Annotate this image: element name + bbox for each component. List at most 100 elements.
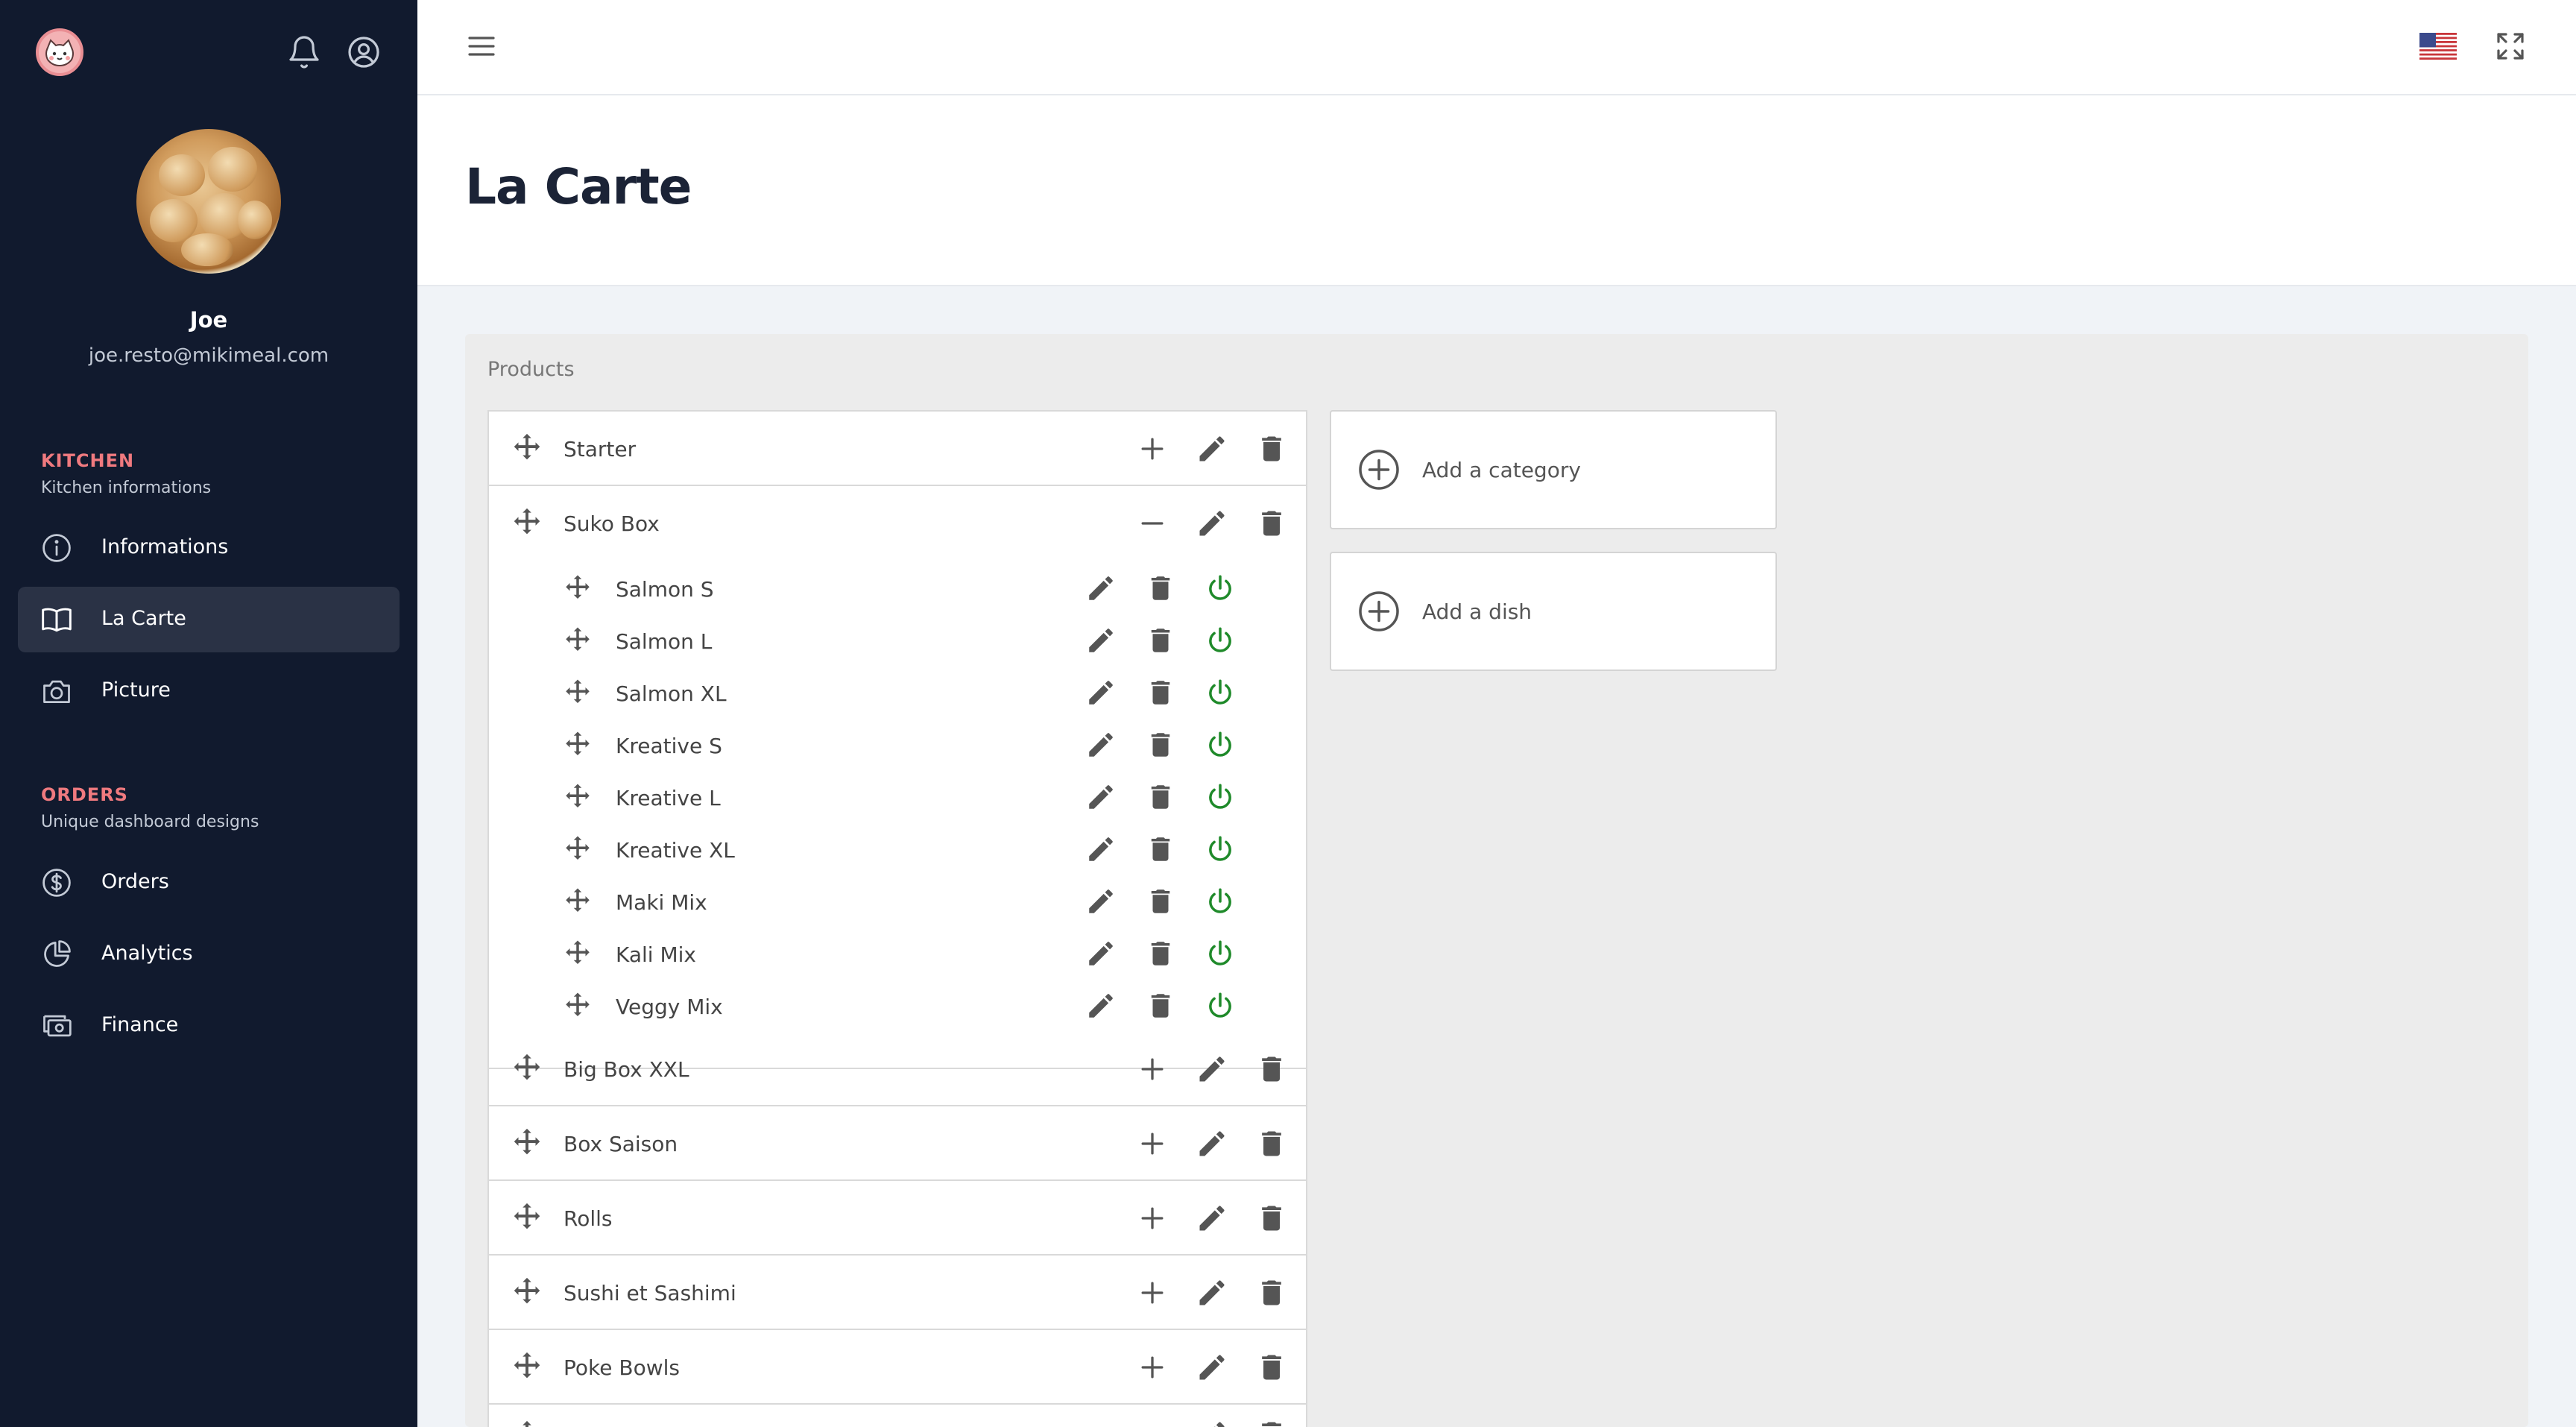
edit-pencil-icon[interactable] (1196, 1202, 1228, 1235)
collapse-minus-icon[interactable] (1136, 507, 1169, 540)
drag-handle-icon[interactable] (510, 431, 544, 465)
dish-row-veggy-mix[interactable]: Veggy Mix (489, 980, 1306, 1032)
edit-pencil-icon[interactable] (1196, 1418, 1228, 1427)
edit-pencil-icon[interactable] (1196, 1276, 1228, 1309)
edit-pencil-icon[interactable] (1196, 1351, 1228, 1384)
add-dish-icon[interactable] (1136, 1276, 1169, 1309)
sidebar-item-orders[interactable]: Orders (18, 850, 400, 916)
drag-handle-icon[interactable] (562, 990, 593, 1021)
user-circle-icon[interactable] (346, 34, 382, 70)
sidebar-item-finance[interactable]: Finance (18, 993, 400, 1059)
trash-icon[interactable] (1145, 990, 1176, 1021)
trash-icon[interactable] (1145, 938, 1176, 969)
trash-icon[interactable] (1145, 677, 1176, 708)
power-toggle-icon[interactable] (1205, 886, 1236, 917)
edit-pencil-icon[interactable] (1085, 834, 1117, 865)
edit-pencil-icon[interactable] (1085, 729, 1117, 760)
dish-row-salmon-xl[interactable]: Salmon XL (489, 667, 1306, 719)
drag-handle-icon[interactable] (510, 1418, 544, 1427)
trash-icon[interactable] (1145, 729, 1176, 760)
category-row-partial[interactable] (489, 1405, 1306, 1427)
edit-pencil-icon[interactable] (1085, 938, 1117, 969)
drag-handle-icon[interactable] (562, 625, 593, 656)
power-toggle-icon[interactable] (1205, 625, 1236, 656)
sidebar-item-la-carte[interactable]: La Carte (18, 587, 400, 652)
drag-handle-icon[interactable] (510, 1275, 544, 1309)
trash-icon[interactable] (1255, 1351, 1288, 1384)
edit-pencil-icon[interactable] (1196, 507, 1228, 540)
trash-icon[interactable] (1255, 507, 1288, 540)
category-row-poke-bowls[interactable]: Poke Bowls (489, 1330, 1306, 1405)
edit-pencil-icon[interactable] (1085, 886, 1117, 917)
category-row-big-box-xxl[interactable]: Big Box XXL (489, 1032, 1306, 1106)
drag-handle-icon[interactable] (562, 834, 593, 865)
dish-row-kali-mix[interactable]: Kali Mix (489, 927, 1306, 980)
drag-handle-icon[interactable] (510, 1200, 544, 1235)
drag-handle-icon[interactable] (562, 938, 593, 969)
fullscreen-icon[interactable] (2493, 28, 2528, 64)
power-toggle-icon[interactable] (1205, 990, 1236, 1021)
add-dish-icon[interactable] (1136, 1053, 1169, 1086)
dish-label: Kreative XL (616, 838, 735, 863)
sidebar-item-analytics[interactable]: Analytics (18, 922, 400, 987)
add-dish-icon[interactable] (1136, 1351, 1169, 1384)
trash-icon[interactable] (1145, 781, 1176, 813)
edit-pencil-icon[interactable] (1085, 625, 1117, 656)
drag-handle-icon[interactable] (510, 505, 544, 540)
trash-icon[interactable] (1145, 573, 1176, 604)
edit-pencil-icon[interactable] (1196, 432, 1228, 465)
cat-logo-icon[interactable] (36, 28, 83, 76)
edit-pencil-icon[interactable] (1196, 1127, 1228, 1160)
power-toggle-icon[interactable] (1205, 938, 1236, 969)
hamburger-menu-icon[interactable] (464, 28, 499, 64)
category-row-sushi-et-sashimi[interactable]: Sushi et Sashimi (489, 1256, 1306, 1330)
category-row-rolls[interactable]: Rolls (489, 1181, 1306, 1256)
trash-icon[interactable] (1145, 834, 1176, 865)
sidebar-item-picture[interactable]: Picture (18, 658, 400, 724)
drag-handle-icon[interactable] (510, 1349, 544, 1384)
drag-handle-icon[interactable] (562, 729, 593, 760)
category-row-starter[interactable]: Starter (489, 412, 1306, 486)
us-flag-icon[interactable] (2419, 33, 2457, 60)
power-toggle-icon[interactable] (1205, 781, 1236, 813)
edit-pencil-icon[interactable] (1196, 1053, 1228, 1086)
drag-handle-icon[interactable] (510, 1051, 544, 1086)
edit-pencil-icon[interactable] (1085, 781, 1117, 813)
add-dish-icon[interactable] (1136, 432, 1169, 465)
power-toggle-icon[interactable] (1205, 729, 1236, 760)
power-toggle-icon[interactable] (1205, 834, 1236, 865)
drag-handle-icon[interactable] (562, 677, 593, 708)
dish-row-salmon-l[interactable]: Salmon L (489, 614, 1306, 667)
edit-pencil-icon[interactable] (1085, 990, 1117, 1021)
trash-icon[interactable] (1255, 1127, 1288, 1160)
trash-icon[interactable] (1255, 1276, 1288, 1309)
trash-icon[interactable] (1145, 625, 1176, 656)
category-row-suko-box[interactable]: Suko Box (489, 486, 1306, 561)
trash-icon[interactable] (1255, 1202, 1288, 1235)
add-dish-button[interactable]: Add a dish (1330, 552, 1777, 671)
dish-row-maki-mix[interactable]: Maki Mix (489, 875, 1306, 927)
trash-icon[interactable] (1145, 886, 1176, 917)
sidebar-item-informations[interactable]: Informations (18, 515, 400, 581)
trash-icon[interactable] (1255, 432, 1288, 465)
trash-icon[interactable] (1255, 1418, 1288, 1427)
add-category-button[interactable]: Add a category (1330, 410, 1777, 529)
drag-handle-icon[interactable] (562, 886, 593, 917)
dish-row-salmon-s[interactable]: Salmon S (489, 562, 1306, 614)
bell-icon[interactable] (286, 34, 322, 70)
edit-pencil-icon[interactable] (1085, 677, 1117, 708)
trash-icon[interactable] (1255, 1053, 1288, 1086)
power-toggle-icon[interactable] (1205, 677, 1236, 708)
drag-handle-icon[interactable] (510, 1126, 544, 1160)
products-panel: Products Starter Suko Box Salmon S Salmo… (465, 334, 2528, 1427)
dish-row-kreative-xl[interactable]: Kreative XL (489, 823, 1306, 875)
drag-handle-icon[interactable] (562, 573, 593, 604)
dish-row-kreative-l[interactable]: Kreative L (489, 771, 1306, 823)
edit-pencil-icon[interactable] (1085, 573, 1117, 604)
power-toggle-icon[interactable] (1205, 573, 1236, 604)
dish-row-kreative-s[interactable]: Kreative S (489, 719, 1306, 771)
add-dish-icon[interactable] (1136, 1202, 1169, 1235)
drag-handle-icon[interactable] (562, 781, 593, 813)
category-row-box-saison[interactable]: Box Saison (489, 1106, 1306, 1181)
add-dish-icon[interactable] (1136, 1127, 1169, 1160)
